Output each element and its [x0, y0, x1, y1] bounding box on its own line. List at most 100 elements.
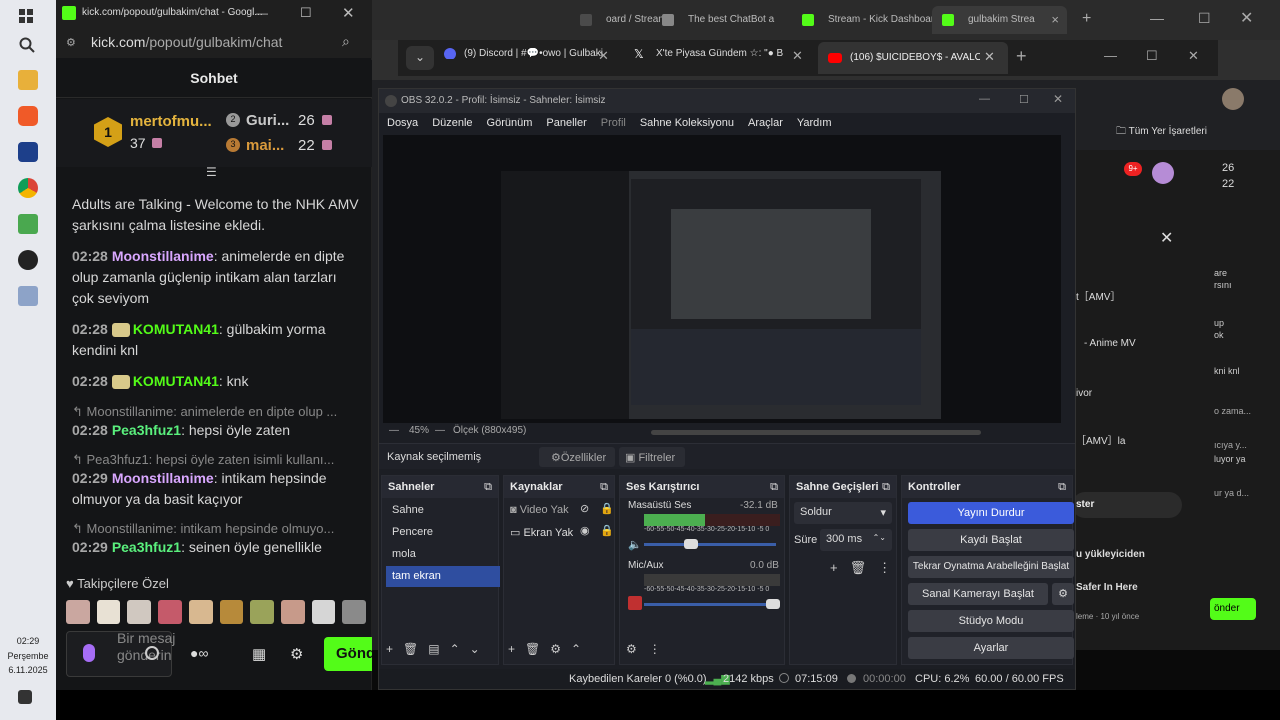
menu-icon[interactable]: ⋮ — [649, 642, 661, 656]
search-icon[interactable] — [18, 36, 38, 56]
close-icon[interactable]: ✕ — [598, 48, 609, 64]
chat-username[interactable]: Moonstillanime — [112, 248, 214, 264]
teamviewer-icon[interactable] — [18, 142, 38, 162]
inner-tab-youtube-active[interactable]: (106) $UICIDEBOY$ - AVALON - ✕ — [818, 42, 1008, 74]
bg-tab-4-active[interactable]: gulbakim Strea × — [932, 6, 1067, 34]
emote-icon[interactable] — [280, 600, 305, 624]
profile-avatar[interactable] — [1152, 162, 1174, 184]
remove-icon[interactable]: 🗑 — [525, 642, 540, 656]
visibility-hidden-icon[interactable]: ⊘ — [580, 502, 589, 515]
scene-item-selected[interactable]: tam ekran — [386, 566, 500, 587]
add-icon[interactable]: + — [386, 642, 393, 656]
advanced-audio-icon[interactable]: ⚙ — [626, 642, 637, 656]
virtual-camera-settings-icon[interactable]: ⚙ — [1052, 583, 1074, 605]
emote-icon[interactable] — [342, 600, 367, 624]
leaderboard-user-2[interactable]: Guri... — [246, 112, 289, 129]
preview-scale[interactable]: Ölçek (880x495) — [453, 425, 526, 436]
bg-pill[interactable]: ster — [1072, 492, 1182, 518]
obs-icon[interactable] — [18, 250, 38, 270]
obs-preview[interactable] — [383, 135, 1061, 423]
app-icon-2[interactable] — [18, 286, 38, 306]
notification-icon[interactable] — [18, 690, 32, 704]
duration-input[interactable]: 300 ms ⌃⌄ — [820, 529, 892, 551]
maximize-icon[interactable]: ☐ — [300, 5, 312, 21]
start-replay-buffer-button[interactable]: Tekrar Oynatma Arabelleğini Başlat — [908, 556, 1074, 578]
spinner-icon[interactable]: ⌃⌄ — [873, 533, 886, 542]
up-icon[interactable]: ⌃ — [450, 642, 460, 656]
maximize-icon[interactable]: ☐ — [1019, 93, 1029, 106]
start-recording-button[interactable]: Kaydı Başlat — [908, 529, 1074, 551]
tab-search-icon[interactable]: ⌄ — [406, 46, 434, 70]
site-settings-icon[interactable]: ⚙ — [66, 36, 76, 49]
visibility-icon[interactable]: ◉ — [580, 524, 590, 537]
reply-quote[interactable]: ↰ Moonstillanime: animelerde en dipte ol… — [72, 404, 362, 420]
menu-view[interactable]: Görünüm — [487, 117, 533, 131]
undock-icon[interactable]: ⧉ — [1058, 481, 1066, 494]
zoom-decrease-icon[interactable]: — — [389, 425, 399, 436]
store-icon[interactable]: ▦ — [252, 645, 266, 663]
chat-urlbar[interactable]: ⚙ kick.com/popout/gulbakim/chat ⌕ — [56, 28, 372, 58]
close-window-icon[interactable]: ✕ — [1188, 48, 1199, 64]
emote-icon[interactable] — [127, 600, 152, 624]
leaderboard-user-1[interactable]: mertofmu... — [130, 113, 212, 130]
transition-select[interactable]: Soldur ▾ — [794, 502, 892, 524]
add-icon[interactable]: + — [508, 642, 515, 656]
remove-icon[interactable]: 🗑 — [850, 560, 867, 576]
microphone-icon[interactable] — [83, 644, 95, 662]
close-icon[interactable]: ✕ — [984, 49, 995, 65]
emote-icon[interactable] — [96, 600, 121, 624]
volume-slider[interactable] — [644, 603, 776, 606]
source-item[interactable]: ◙ Video Yak — [510, 504, 569, 516]
undock-icon[interactable]: ⧉ — [600, 481, 608, 494]
menu-tools[interactable]: Araçlar — [748, 117, 783, 131]
emote-icon[interactable] — [158, 600, 182, 624]
start-virtual-camera-button[interactable]: Sanal Kamerayı Başlat — [908, 583, 1048, 605]
settings-icon[interactable]: ⚙ — [290, 645, 303, 663]
chat-username[interactable]: KOMUTAN41 — [133, 373, 219, 389]
emote-icon[interactable] — [311, 600, 336, 624]
minimize-icon[interactable]: — — [1150, 10, 1164, 26]
config-icon[interactable]: ▤ — [428, 642, 439, 656]
chrome-icon[interactable] — [18, 178, 38, 198]
properties-button[interactable]: ⚙Özellikler — [539, 447, 615, 467]
minimize-icon[interactable]: — — [1104, 48, 1117, 63]
source-item[interactable]: ▭ Ekran Yak — [510, 526, 573, 539]
volume-slider[interactable] — [644, 543, 776, 546]
muted-icon[interactable] — [628, 596, 642, 610]
remove-icon[interactable]: 🗑 — [403, 642, 418, 656]
minimize-icon[interactable]: — — [256, 6, 268, 20]
emote-icon[interactable] — [66, 600, 90, 624]
undock-icon[interactable]: ⧉ — [882, 481, 890, 494]
undock-icon[interactable]: ⧉ — [770, 481, 778, 494]
zoom-increase-icon[interactable]: — — [435, 425, 445, 436]
chat-username[interactable]: Moonstillanime — [112, 470, 214, 486]
menu-edit[interactable]: Düzenle — [432, 117, 472, 131]
close-icon[interactable]: × — [1051, 12, 1059, 27]
windows-start-icon[interactable] — [18, 8, 38, 28]
reply-quote[interactable]: ↰ Moonstillanime: intikam hepsinde olmuy… — [72, 521, 362, 537]
bookmarks-folder[interactable]: 🗀 Tüm Yer İşaretleri — [1116, 124, 1207, 141]
chat-username[interactable]: Pea3hfuz1 — [112, 422, 181, 438]
menu-help[interactable]: Yardım — [797, 117, 832, 131]
lock-icon[interactable]: 🔒 — [600, 524, 614, 537]
reply-quote[interactable]: ↰ Pea3hfuz1: hepsi öyle zaten isimli kul… — [72, 452, 362, 468]
chat-input[interactable]: Bir mesaj gönderin — [66, 630, 175, 677]
volume-slider-handle[interactable] — [684, 539, 698, 549]
chat-username[interactable]: KOMUTAN41 — [133, 321, 219, 337]
leaderboard-user-3[interactable]: mai... — [246, 137, 284, 154]
menu-file[interactable]: Dosya — [387, 117, 418, 131]
close-icon[interactable]: ✕ — [792, 48, 803, 64]
new-tab-icon[interactable]: + — [1016, 46, 1027, 67]
down-icon[interactable]: ⌄ — [470, 642, 480, 656]
inner-tab-x[interactable]: 𝕏 X'te Piyasa Gündem ☆: "● BİLGİ — [634, 48, 784, 59]
preview-hscrollbar[interactable] — [651, 430, 981, 435]
app-icon[interactable] — [18, 214, 38, 234]
emote-icon[interactable] — [250, 600, 274, 624]
brave-browser-icon[interactable] — [18, 106, 38, 126]
lock-icon[interactable]: 🔒 — [600, 502, 614, 515]
volume-slider-handle[interactable] — [766, 599, 780, 609]
zoom-icon[interactable]: ⌕ — [342, 33, 350, 50]
emote-icon[interactable] — [219, 600, 244, 624]
maximize-icon[interactable]: ☐ — [1146, 48, 1158, 64]
bg-tab-2[interactable]: The best ChatBot a — [652, 6, 792, 34]
